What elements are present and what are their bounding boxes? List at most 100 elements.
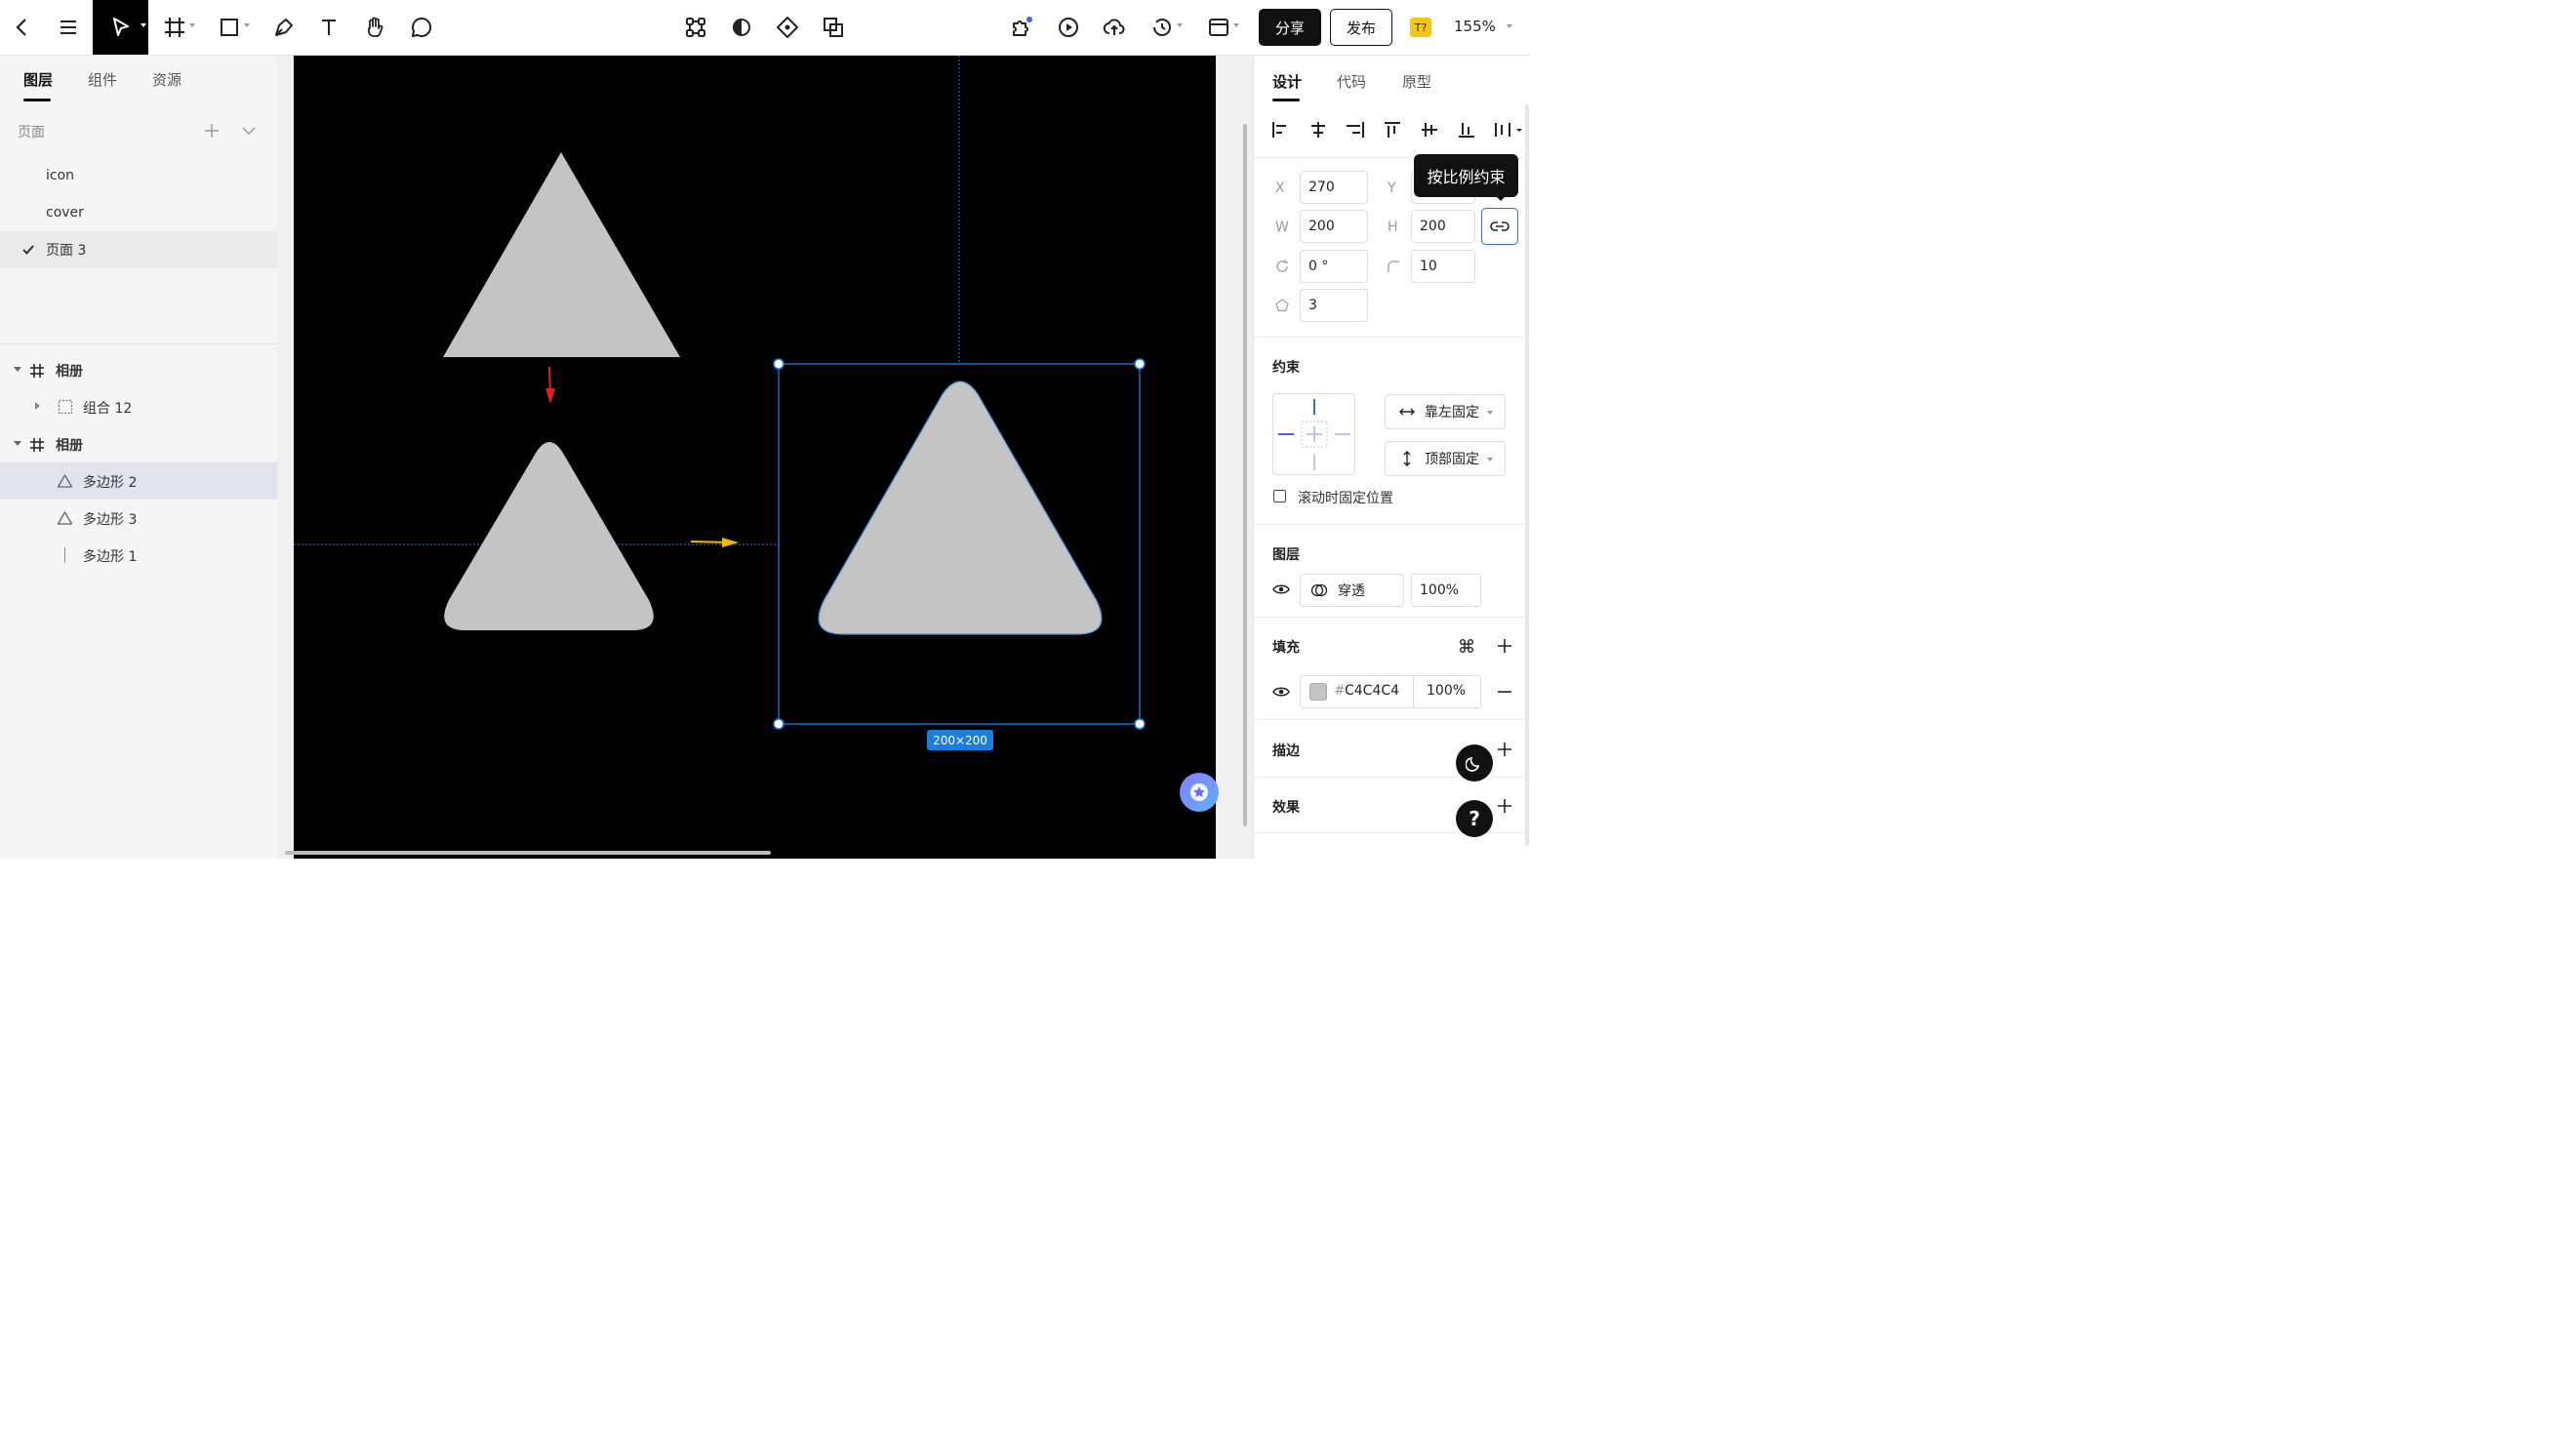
add-fill-icon[interactable] [1497, 638, 1512, 654]
triangle-sharp[interactable] [443, 152, 680, 357]
remove-fill-icon[interactable] [1497, 684, 1512, 700]
tab-design[interactable]: 设计 [1272, 71, 1302, 92]
help-button[interactable]: ? [1456, 800, 1493, 837]
missing-font-badge[interactable]: T? [1410, 18, 1431, 37]
link-chain-icon [1490, 221, 1509, 231]
tab-prototype[interactable]: 原型 [1402, 71, 1431, 92]
corner-radius-input[interactable]: 10 [1411, 250, 1475, 283]
panel-scrollbar[interactable] [1525, 104, 1529, 846]
zoom-level[interactable]: 155% [1454, 18, 1496, 35]
resize-handle[interactable] [773, 358, 785, 370]
red-arrow-head [545, 388, 555, 404]
rotation-input[interactable]: 0 ° [1300, 250, 1368, 283]
layer-row-frame[interactable]: 相册 [0, 425, 277, 462]
component-button[interactable] [673, 0, 718, 55]
add-page-icon[interactable] [203, 122, 221, 140]
rectangle-tool-button[interactable] [207, 0, 252, 55]
pen-tool-button[interactable] [262, 0, 306, 55]
history-button[interactable] [1140, 0, 1185, 55]
share-button[interactable]: 分享 [1259, 9, 1321, 46]
export-button[interactable] [1092, 0, 1137, 55]
checkmark-icon [22, 245, 34, 255]
caret-icon [1233, 23, 1239, 27]
triangle-rounded-small[interactable] [444, 442, 654, 630]
hamburger-menu-icon [60, 20, 76, 34]
fixed-scroll-checkbox[interactable] [1273, 490, 1286, 502]
publish-button[interactable]: 发布 [1330, 9, 1392, 46]
resize-handle[interactable] [1134, 358, 1146, 370]
stroke-title: 描边 [1272, 743, 1300, 759]
horizontal-constraint-select[interactable]: 靠左固定 [1385, 394, 1506, 429]
fill-opacity-value[interactable]: 100% [1427, 683, 1466, 699]
canvas-shapes [294, 56, 1146, 730]
mask-button[interactable] [719, 0, 764, 55]
tooltip: 按比例约束 [1414, 154, 1518, 197]
layer-row-polygon-2[interactable]: 多边形 2 [0, 462, 277, 500]
auto-layout-button[interactable] [765, 0, 810, 55]
page-item-page3[interactable]: 页面 3 [0, 231, 277, 268]
play-circle-icon [1059, 18, 1078, 37]
preview-button[interactable] [1046, 0, 1091, 55]
page-item-cover[interactable]: cover [0, 194, 277, 231]
divider [1254, 777, 1531, 778]
resize-handle[interactable] [1134, 718, 1146, 730]
add-stroke-icon[interactable] [1497, 742, 1512, 757]
fill-hex-value[interactable]: C4C4C4 [1345, 683, 1399, 699]
constraint-diagram [1278, 399, 1350, 470]
vertical-scrollbar[interactable] [1243, 124, 1247, 826]
tab-assets[interactable]: 资源 [152, 69, 181, 90]
hex-prefix: # [1334, 683, 1346, 699]
eye-icon[interactable] [1272, 583, 1290, 595]
text-tool-button[interactable] [306, 0, 351, 55]
plugin-button[interactable] [999, 0, 1044, 55]
tab-code[interactable]: 代码 [1337, 71, 1366, 92]
menu-button[interactable] [46, 0, 91, 55]
alignment-toolbar[interactable] [1271, 120, 1525, 140]
frame-hash-icon [30, 438, 44, 452]
eye-icon[interactable] [1272, 686, 1290, 698]
hand-tool-button[interactable] [352, 0, 397, 55]
tab-components[interactable]: 组件 [88, 69, 117, 90]
frame-hash-icon [30, 364, 44, 378]
x-input[interactable]: 270 [1300, 171, 1368, 204]
layer-row-polygon-3[interactable]: 多边形 3 [0, 500, 277, 537]
page-item-label: cover [46, 205, 84, 221]
tab-layers[interactable]: 图层 [23, 69, 53, 90]
vertical-constraint-select[interactable]: 顶部固定 [1385, 441, 1506, 476]
resize-handle[interactable] [773, 718, 785, 730]
divider [1254, 337, 1531, 338]
width-input[interactable]: 200 [1300, 210, 1368, 243]
blend-mode-select[interactable]: 穿透 [1300, 574, 1404, 607]
collapse-pages-chevron-icon[interactable] [240, 122, 258, 140]
height-input[interactable]: 200 [1411, 210, 1475, 243]
fill-color-field[interactable]: # C4C4C4 100% [1300, 675, 1481, 708]
boolean-button[interactable] [811, 0, 856, 55]
constraint-widget[interactable] [1272, 393, 1355, 475]
style-grid-icon[interactable] [1459, 638, 1474, 654]
layer-row-group[interactable]: 组合 12 [0, 388, 277, 425]
comment-tool-button[interactable] [399, 0, 444, 55]
back-button[interactable] [0, 0, 45, 55]
layer-row-frame[interactable]: 相册 [0, 351, 277, 388]
triangle-rounded-selected[interactable] [818, 381, 1103, 635]
caret-icon [1177, 23, 1183, 27]
horizontal-scrollbar[interactable] [285, 851, 771, 855]
collapse-caret-icon[interactable] [35, 402, 40, 410]
constrain-proportions-button[interactable] [1481, 208, 1518, 245]
ai-assistant-button[interactable] [1180, 773, 1219, 812]
expand-caret-icon[interactable] [14, 367, 21, 372]
effects-title: 效果 [1272, 800, 1300, 816]
frame-tool-button[interactable] [152, 0, 197, 55]
fill-color-swatch[interactable] [1309, 683, 1327, 701]
chevron-left-icon [16, 19, 26, 36]
layer-row-polygon-1[interactable]: 多边形 1 [0, 537, 277, 574]
polygon-sides-input[interactable]: 3 [1300, 289, 1368, 322]
layer-opacity-input[interactable]: 100% [1411, 574, 1481, 607]
layout-button[interactable] [1196, 0, 1241, 55]
page-item-icon[interactable]: icon [0, 157, 277, 194]
expand-caret-icon[interactable] [14, 441, 21, 446]
add-effect-icon[interactable] [1497, 798, 1512, 814]
dark-mode-button[interactable] [1456, 744, 1493, 782]
zoom-caret-icon[interactable] [1507, 24, 1512, 28]
select-tool-button[interactable] [93, 0, 148, 55]
